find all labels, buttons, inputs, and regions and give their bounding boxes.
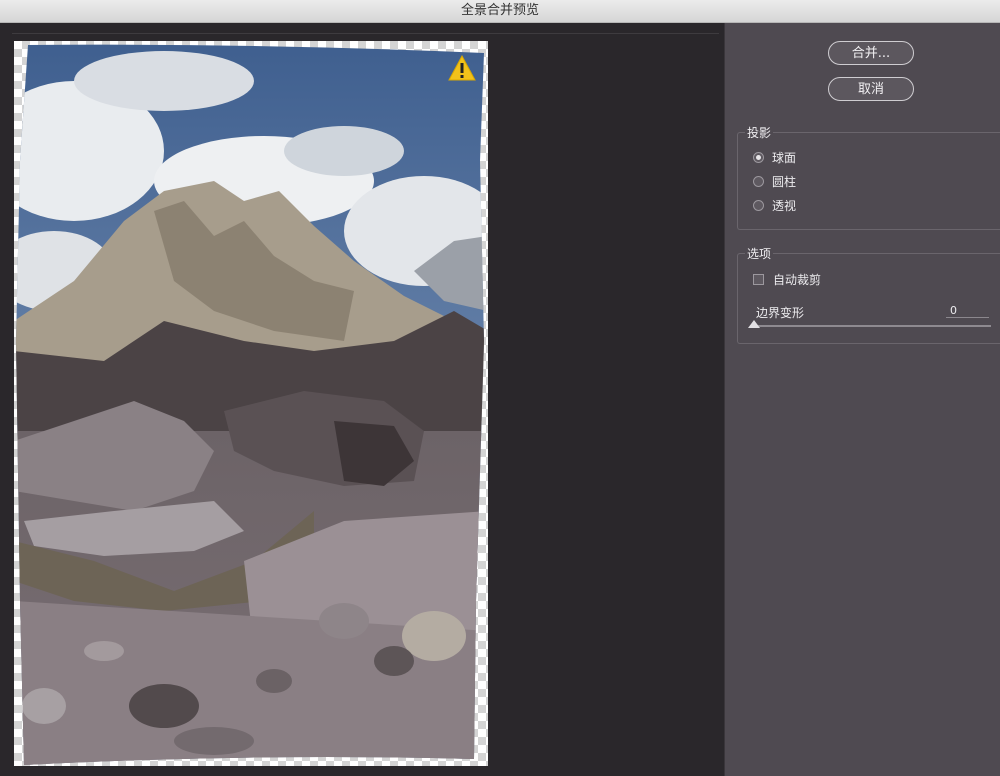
- options-panel: 合并... 取消 投影 球面 圆柱 透视 选项 自动裁剪 边界变形 0: [724, 23, 1000, 776]
- radio-button[interactable]: [753, 175, 764, 187]
- panorama-preview-image: [16, 44, 484, 765]
- boundary-warp-slider-track[interactable]: [755, 325, 991, 327]
- warning-triangle-icon[interactable]: [448, 54, 476, 85]
- boundary-warp-value-field[interactable]: 0: [946, 304, 989, 318]
- options-group: [737, 253, 1000, 344]
- transparency-checkerboard: [14, 41, 488, 766]
- merge-button[interactable]: 合并...: [828, 41, 914, 65]
- auto-crop-checkbox-row[interactable]: 自动裁剪: [753, 270, 821, 288]
- projection-option-label: 圆柱: [772, 174, 797, 189]
- auto-crop-checkbox[interactable]: [753, 273, 764, 285]
- options-legend: 选项: [745, 245, 774, 262]
- projection-option-label: 透视: [772, 198, 797, 213]
- radio-button[interactable]: [753, 199, 764, 211]
- boundary-warp-slider-handle[interactable]: [748, 320, 760, 328]
- window-title-bar: 全景合并预览: [0, 0, 1000, 23]
- boundary-warp-label: 边界变形: [756, 306, 805, 320]
- projection-option-perspective[interactable]: 透视: [753, 196, 796, 214]
- projection-option-spherical[interactable]: 球面: [753, 148, 796, 166]
- radio-button-selected[interactable]: [753, 151, 764, 163]
- auto-crop-label: 自动裁剪: [773, 272, 822, 287]
- cancel-button[interactable]: 取消: [828, 77, 914, 101]
- projection-option-label: 球面: [772, 150, 797, 165]
- projection-option-cylindrical[interactable]: 圆柱: [753, 172, 796, 190]
- window-title: 全景合并预览: [460, 3, 539, 18]
- projection-legend: 投影: [745, 124, 774, 141]
